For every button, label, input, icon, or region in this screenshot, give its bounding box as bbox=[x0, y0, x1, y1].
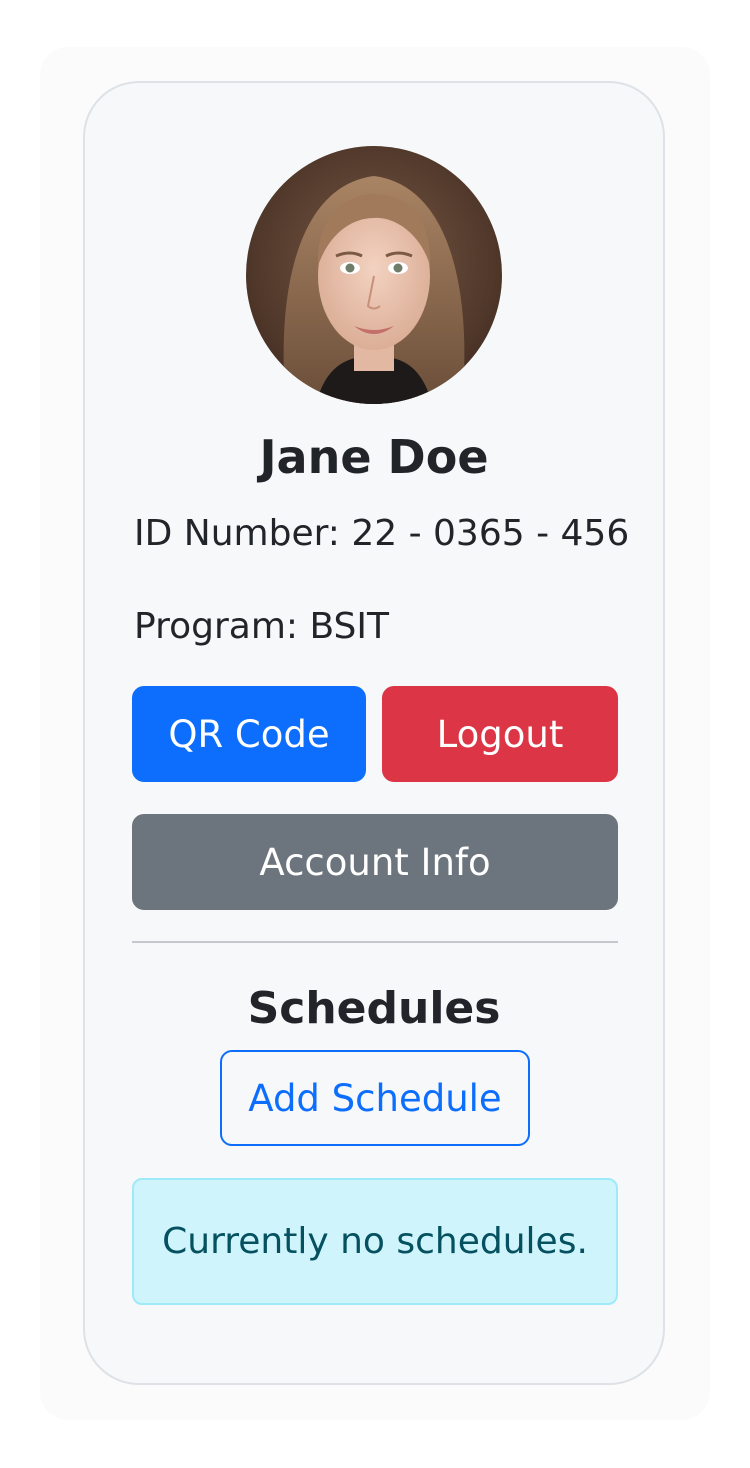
no-schedules-alert: Currently no schedules. bbox=[132, 1178, 618, 1305]
logout-button[interactable]: Logout bbox=[382, 686, 618, 782]
schedules-title: Schedules bbox=[247, 983, 501, 1034]
account-info-button[interactable]: Account Info bbox=[132, 814, 618, 910]
add-schedule-button[interactable]: Add Schedule bbox=[220, 1050, 530, 1146]
profile-name: Jane Doe bbox=[259, 430, 489, 484]
id-number-text: ID Number: 22 - 0365 - 456 bbox=[134, 513, 630, 554]
no-schedules-message: Currently no schedules. bbox=[162, 1221, 588, 1262]
avatar bbox=[246, 146, 502, 404]
section-divider bbox=[132, 941, 618, 943]
avatar-photo bbox=[246, 146, 502, 404]
qr-code-button[interactable]: QR Code bbox=[132, 686, 366, 782]
program-text: Program: BSIT bbox=[134, 606, 389, 647]
